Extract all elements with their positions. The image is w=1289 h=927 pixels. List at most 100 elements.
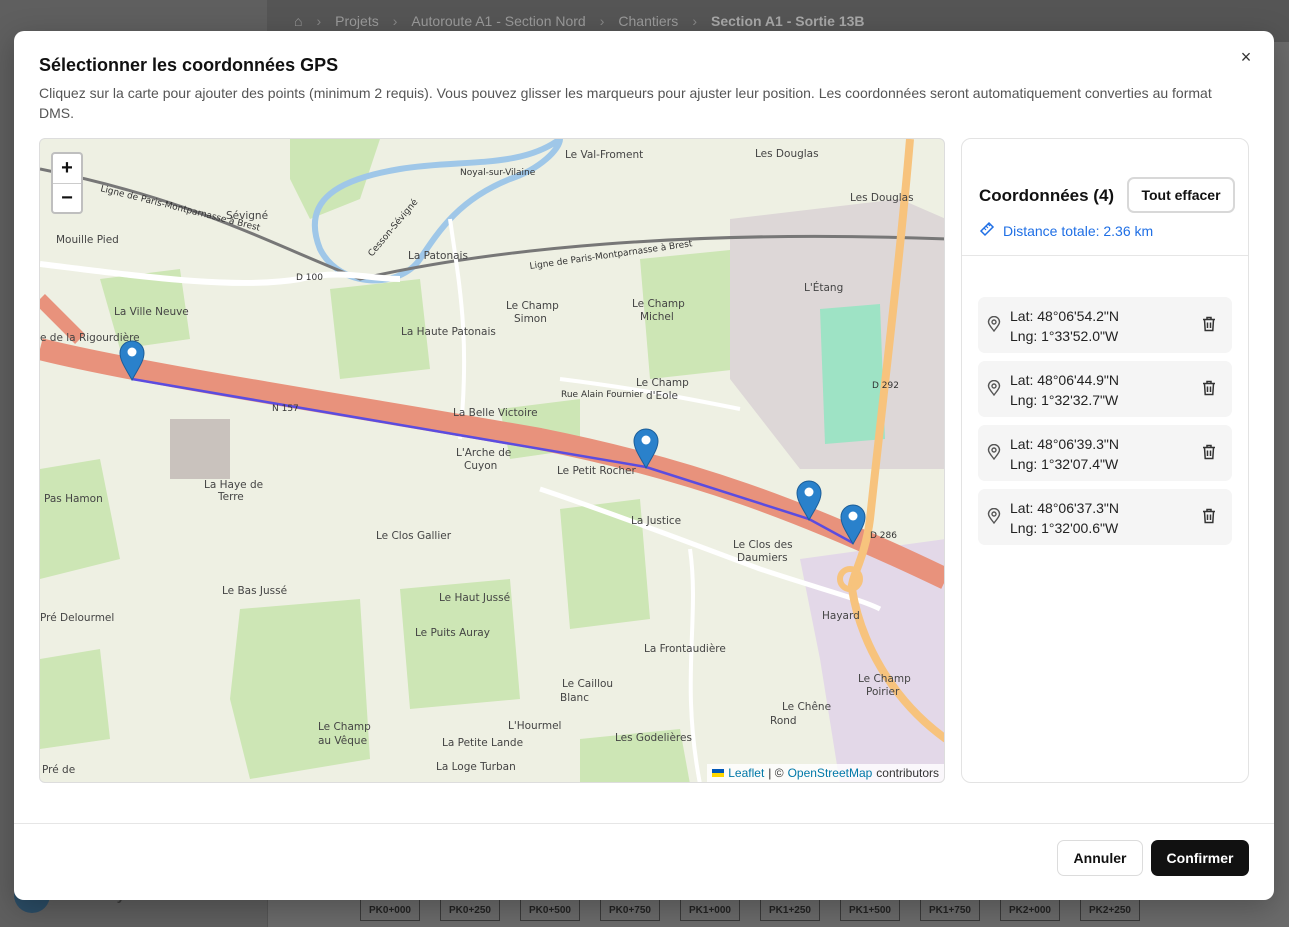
map-label: D 100 [296,273,323,283]
map-label: Pré de [42,764,75,776]
map-label: Ligne de Paris-Montparnasse à Brest [99,184,261,234]
map-forest [230,599,370,779]
attribution-separator: | © [768,766,784,780]
map-attribution: Leaflet | © OpenStreetMap contributors [707,764,944,782]
map-label: L'Étang [804,281,843,294]
map-label: D 286 [870,531,897,541]
coordinate-text: Lat: 48°06'54.2"N Lng: 1°33'52.0"W [1010,306,1119,346]
map-label: Daumiers [737,552,788,564]
map-label: Rond [770,715,797,727]
breadcrumb-item: Autoroute A1 - Section Nord [411,13,586,29]
panel-header: Coordonnées (4) Tout effacer Distance to… [962,139,1248,256]
trash-icon[interactable] [1202,380,1216,401]
map-label: Cuyon [464,460,497,472]
coordinate-lat: Lat: 48°06'37.3"N [1010,500,1119,516]
pk-label: PK0+000 [360,899,420,921]
coordinate-lng: Lng: 1°32'32.7"W [1010,392,1119,408]
map-label: Les Godelières [615,732,692,744]
coordinates-panel: Coordonnées (4) Tout effacer Distance to… [961,138,1249,783]
modal-description: Cliquez sur la carte pour ajouter des po… [39,85,1212,121]
zoom-control: + − [51,152,83,214]
map-label: Hayard [822,610,860,622]
map-label: d'Eole [646,390,678,402]
map-label: Pré Delourmel [40,612,114,624]
clear-all-button[interactable]: Tout effacer [1127,177,1235,213]
map-pin-icon [987,443,1001,465]
pk-scale: PK0+000 PK0+250 PK0+500 PK0+750 PK1+000 … [360,899,1140,921]
pk-label: PK1+000 [680,899,740,921]
coordinate-lng: Lng: 1°32'07.4"W [1010,456,1119,472]
map-label: La Belle Victoire [453,407,538,419]
home-icon: ⌂ [294,13,303,29]
map-label: Le Bas Jussé [222,585,287,597]
map-label: Le Champ [636,377,689,389]
leaflet-link[interactable]: Leaflet [728,766,764,780]
close-icon: × [1240,46,1252,67]
pk-label: PK1+750 [920,899,980,921]
coordinate-list: Lat: 48°06'54.2"N Lng: 1°33'52.0"W Lat: … [978,297,1232,553]
map-label: Le Puits Auray [415,627,490,639]
map-label: La Haute Patonais [401,326,496,338]
trash-icon[interactable] [1202,444,1216,465]
trash-icon[interactable] [1202,316,1216,337]
breadcrumb-item: Projets [335,13,379,29]
coordinate-lng: Lng: 1°32'00.6"W [1010,520,1119,536]
coordinate-item: Lat: 48°06'39.3"N Lng: 1°32'07.4"W [978,425,1232,481]
coordinate-lat: Lat: 48°06'39.3"N [1010,436,1119,452]
map-forest [40,649,110,749]
pk-label: PK0+500 [520,899,580,921]
map-label: La Frontaudière [644,643,726,655]
map-label: Le Caillou [562,678,613,690]
map-label: Les Douglas [850,192,914,204]
coordinate-lat: Lat: 48°06'54.2"N [1010,308,1119,324]
map-label: D 292 [872,381,899,391]
map-road [688,548,702,782]
map-label: La Haye de [204,479,263,491]
cancel-button[interactable]: Annuler [1057,840,1143,876]
chevron-right-icon: › [599,13,605,29]
map-label: Le Champ [318,721,371,733]
zoom-out-button[interactable]: − [53,183,81,212]
coordinate-lng: Lng: 1°33'52.0"W [1010,328,1119,344]
map-pin-icon [987,379,1001,401]
map-label: N 157 [272,404,299,414]
map-label: Le Champ [858,673,911,685]
zoom-in-button[interactable]: + [53,154,81,183]
chevron-right-icon: › [692,13,697,29]
pk-label: PK2+250 [1080,899,1140,921]
map-label: Le Chêne [782,701,831,713]
map-label: Terre [217,491,244,503]
map-label: La Patonais [408,250,468,262]
map-sports [820,304,885,444]
map-label: Le Clos Gallier [376,530,452,542]
map-label: Le Champ [632,298,685,310]
coordinate-item: Lat: 48°06'44.9"N Lng: 1°32'32.7"W [978,361,1232,417]
close-button[interactable]: × [1236,47,1256,67]
map-label: Le Haut Jussé [439,592,510,604]
map-label: Rue Alain Fournier [561,390,644,400]
ukraine-flag-icon [712,769,725,777]
map-tiles: Le Val-Froment Les Douglas Les Douglas S… [40,139,944,782]
confirm-button[interactable]: Confirmer [1151,840,1249,876]
map-label: Les Douglas [755,148,819,160]
map-label: Poirier [866,686,900,698]
map-label: L'Arche de [456,447,511,459]
gps-modal: Sélectionner les coordonnées GPS Cliquez… [14,31,1274,900]
map-label: Noyal-sur-Vilaine [460,168,536,178]
osm-link[interactable]: OpenStreetMap [788,766,873,780]
trash-icon[interactable] [1202,508,1216,529]
map-label: La Petite Lande [442,737,523,749]
pk-label: PK1+250 [760,899,820,921]
modal-footer: Annuler Confirmer [14,823,1274,900]
map-label: Michel [640,311,674,323]
map-label: Le Val-Froment [565,149,643,161]
map-building [170,419,230,479]
breadcrumb-current: Section A1 - Sortie 13B [710,13,865,29]
breadcrumb-item: Chantiers [618,13,679,29]
map-label: Le Petit Rocher [557,465,637,477]
coordinate-item: Lat: 48°06'37.3"N Lng: 1°32'00.6"W [978,489,1232,545]
ruler-icon [979,221,995,240]
map-pin-icon [987,315,1001,337]
pk-label: PK1+500 [840,899,900,921]
map-canvas[interactable]: Le Val-Froment Les Douglas Les Douglas S… [39,138,945,783]
